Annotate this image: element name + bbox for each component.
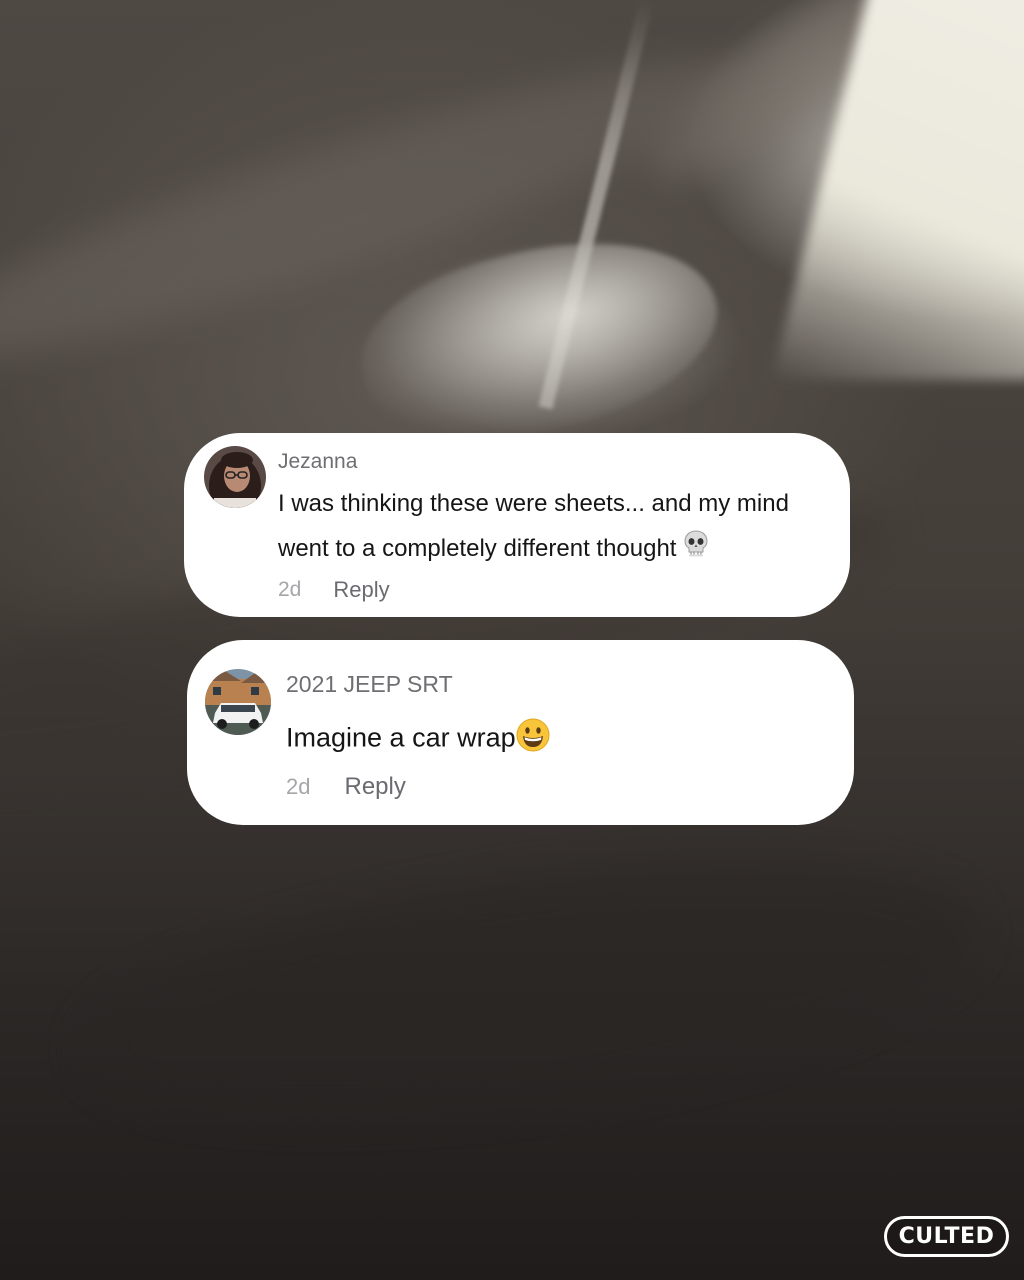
- skull-emoji-icon: [683, 527, 709, 572]
- comment-username[interactable]: 2021 JEEP SRT: [286, 671, 453, 698]
- grinning-face-emoji-icon: [516, 718, 550, 761]
- background-photo: Jezanna I was thinking these were sheets…: [0, 0, 1024, 1280]
- reply-button[interactable]: Reply: [333, 577, 389, 603]
- comment-text: I was thinking these were sheets... and …: [278, 481, 838, 572]
- comment-meta: 2d Reply: [286, 773, 406, 801]
- comment-timestamp: 2d: [286, 774, 311, 799]
- comment-meta: 2d Reply: [278, 577, 390, 603]
- comment-card: 2021 JEEP SRT Imagine a car wrap 2d Repl…: [187, 640, 854, 825]
- comment-text-line: I was thinking these were sheets... and …: [278, 490, 789, 517]
- culted-logo: CULTED: [884, 1216, 1009, 1257]
- comment-username[interactable]: Jezanna: [278, 450, 357, 474]
- comment-timestamp: 2d: [278, 578, 302, 601]
- avatar[interactable]: [204, 446, 266, 508]
- comment-text: Imagine a car wrap: [286, 718, 550, 761]
- comment-card: Jezanna I was thinking these were sheets…: [184, 433, 850, 617]
- user-avatar-icon: [204, 446, 266, 508]
- avatar[interactable]: [205, 669, 271, 735]
- car-avatar-icon: [205, 669, 271, 735]
- reply-button[interactable]: Reply: [344, 773, 405, 801]
- comment-text-line: Imagine a car wrap: [286, 722, 516, 753]
- fabric-fold: [69, 818, 991, 1162]
- comment-text-line: went to a completely different thought: [278, 535, 677, 562]
